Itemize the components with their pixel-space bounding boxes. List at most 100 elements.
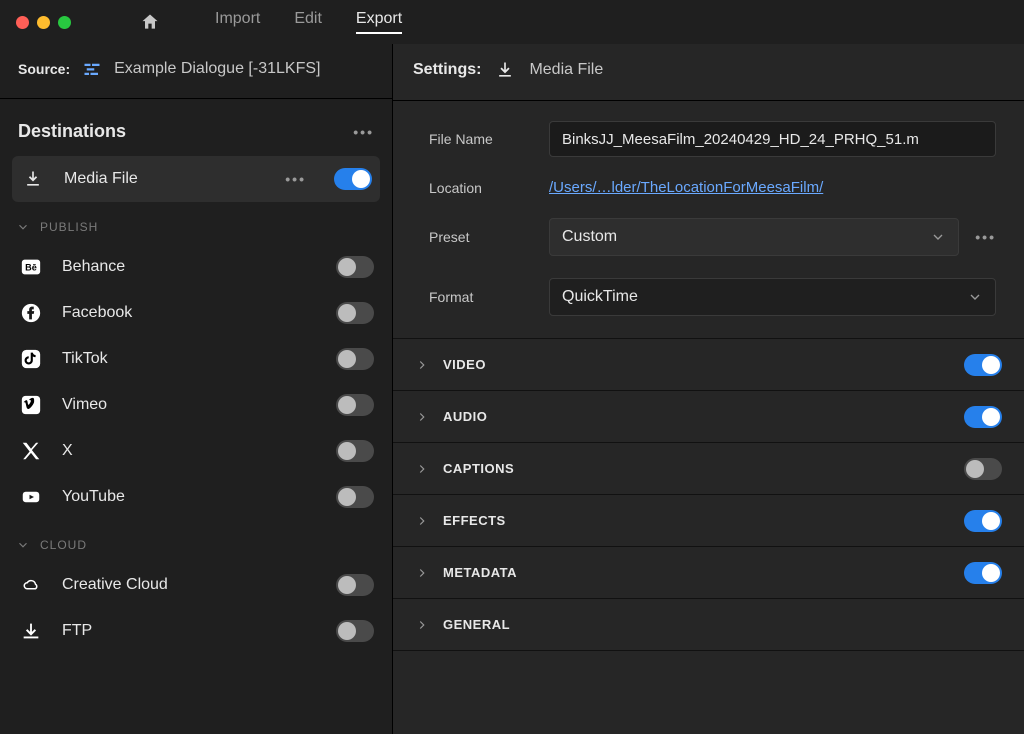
destination-label: Creative Cloud	[62, 576, 318, 594]
youtube-icon	[18, 488, 44, 506]
destination-label: Facebook	[62, 304, 318, 322]
chevron-right-icon	[415, 410, 429, 424]
destinations-menu-button[interactable]: •••	[353, 124, 374, 140]
publish-section-header[interactable]: PUBLISH	[0, 202, 392, 244]
chevron-right-icon	[415, 462, 429, 476]
destination-media-file[interactable]: Media File •••	[12, 156, 380, 202]
toggle[interactable]	[336, 348, 374, 370]
chevron-down-icon	[16, 538, 30, 552]
publish-label: PUBLISH	[40, 220, 98, 234]
toggle[interactable]	[336, 394, 374, 416]
source-name: Example Dialogue [-31LKFS]	[114, 60, 320, 78]
top-bar: Import Edit Export	[0, 0, 1024, 44]
destination-media-file-menu[interactable]: •••	[285, 171, 306, 187]
left-panel: Source: Example Dialogue [-31LKFS] Desti…	[0, 44, 392, 734]
tiktok-icon	[18, 348, 44, 370]
chevron-down-icon	[967, 289, 983, 305]
destination-label: Vimeo	[62, 396, 318, 414]
toggle[interactable]	[964, 406, 1002, 428]
toggle[interactable]	[336, 620, 374, 642]
format-select[interactable]: QuickTime	[549, 278, 996, 316]
cloud-section-header[interactable]: CLOUD	[0, 520, 392, 562]
destination-media-file-label: Media File	[64, 170, 267, 188]
tab-import[interactable]: Import	[215, 10, 260, 34]
settings-label: Settings:	[413, 61, 481, 79]
svg-text:Bē: Bē	[25, 263, 37, 273]
destination-behance[interactable]: Bē Behance	[0, 244, 392, 290]
chevron-right-icon	[415, 358, 429, 372]
destination-creative-cloud[interactable]: Creative Cloud	[0, 562, 392, 608]
destinations-label: Destinations	[18, 121, 126, 142]
destination-ftp[interactable]: FTP	[0, 608, 392, 654]
tab-edit[interactable]: Edit	[294, 10, 322, 34]
cloud-label: CLOUD	[40, 538, 87, 552]
chevron-right-icon	[415, 566, 429, 580]
sequence-icon	[82, 60, 102, 78]
format-label: Format	[429, 289, 549, 305]
section-captions[interactable]: CAPTIONS	[393, 443, 1024, 495]
download-icon	[20, 169, 46, 189]
settings-accordion: VIDEO AUDIO CAPTIONS EFFECTS METADATA GENERAL	[393, 338, 1024, 651]
home-button[interactable]	[139, 12, 161, 32]
file-name-label: File Name	[429, 131, 549, 147]
preset-value: Custom	[562, 228, 617, 246]
mode-tabs: Import Edit Export	[215, 10, 402, 34]
section-label: AUDIO	[443, 409, 964, 424]
destination-label: X	[62, 442, 318, 460]
toggle[interactable]	[336, 256, 374, 278]
toggle[interactable]	[964, 562, 1002, 584]
minimize-window-button[interactable]	[37, 16, 50, 29]
section-label: EFFECTS	[443, 513, 964, 528]
chevron-down-icon	[16, 220, 30, 234]
destination-label: Behance	[62, 258, 318, 276]
location-link[interactable]: /Users/…lder/TheLocationForMeesaFilm/	[549, 179, 823, 196]
main-area: Source: Example Dialogue [-31LKFS] Desti…	[0, 44, 1024, 734]
location-label: Location	[429, 180, 549, 196]
section-audio[interactable]: AUDIO	[393, 391, 1024, 443]
section-label: CAPTIONS	[443, 461, 964, 476]
facebook-icon	[18, 302, 44, 324]
behance-icon: Bē	[18, 256, 44, 278]
preset-label: Preset	[429, 229, 549, 245]
destination-label: FTP	[62, 622, 318, 640]
maximize-window-button[interactable]	[58, 16, 71, 29]
close-window-button[interactable]	[16, 16, 29, 29]
settings-title: Media File	[529, 61, 603, 79]
preset-select[interactable]: Custom	[549, 218, 959, 256]
vimeo-icon	[18, 394, 44, 416]
toggle[interactable]	[336, 440, 374, 462]
settings-panel: Settings: Media File File Name Location …	[392, 44, 1024, 734]
source-row: Source: Example Dialogue [-31LKFS]	[0, 44, 392, 99]
toggle[interactable]	[964, 354, 1002, 376]
preset-menu-button[interactable]: •••	[975, 229, 996, 245]
toggle[interactable]	[336, 574, 374, 596]
chevron-down-icon	[930, 229, 946, 245]
section-effects[interactable]: EFFECTS	[393, 495, 1024, 547]
toggle[interactable]	[336, 486, 374, 508]
destinations-header: Destinations •••	[0, 99, 392, 156]
destination-x[interactable]: X	[0, 428, 392, 474]
x-icon	[18, 440, 44, 462]
destination-facebook[interactable]: Facebook	[0, 290, 392, 336]
file-name-input[interactable]	[549, 121, 996, 157]
section-label: GENERAL	[443, 617, 1002, 632]
settings-header: Settings: Media File	[393, 44, 1024, 101]
chevron-right-icon	[415, 514, 429, 528]
download-icon	[495, 60, 515, 80]
destination-vimeo[interactable]: Vimeo	[0, 382, 392, 428]
destination-label: YouTube	[62, 488, 318, 506]
tab-export[interactable]: Export	[356, 10, 402, 34]
toggle[interactable]	[964, 510, 1002, 532]
section-general[interactable]: GENERAL	[393, 599, 1024, 651]
source-label: Source:	[18, 61, 70, 77]
section-metadata[interactable]: METADATA	[393, 547, 1024, 599]
ftp-icon	[18, 620, 44, 642]
section-label: METADATA	[443, 565, 964, 580]
destination-tiktok[interactable]: TikTok	[0, 336, 392, 382]
destination-media-file-toggle[interactable]	[334, 168, 372, 190]
section-label: VIDEO	[443, 357, 964, 372]
destination-youtube[interactable]: YouTube	[0, 474, 392, 520]
section-video[interactable]: VIDEO	[393, 339, 1024, 391]
toggle[interactable]	[336, 302, 374, 324]
toggle[interactable]	[964, 458, 1002, 480]
